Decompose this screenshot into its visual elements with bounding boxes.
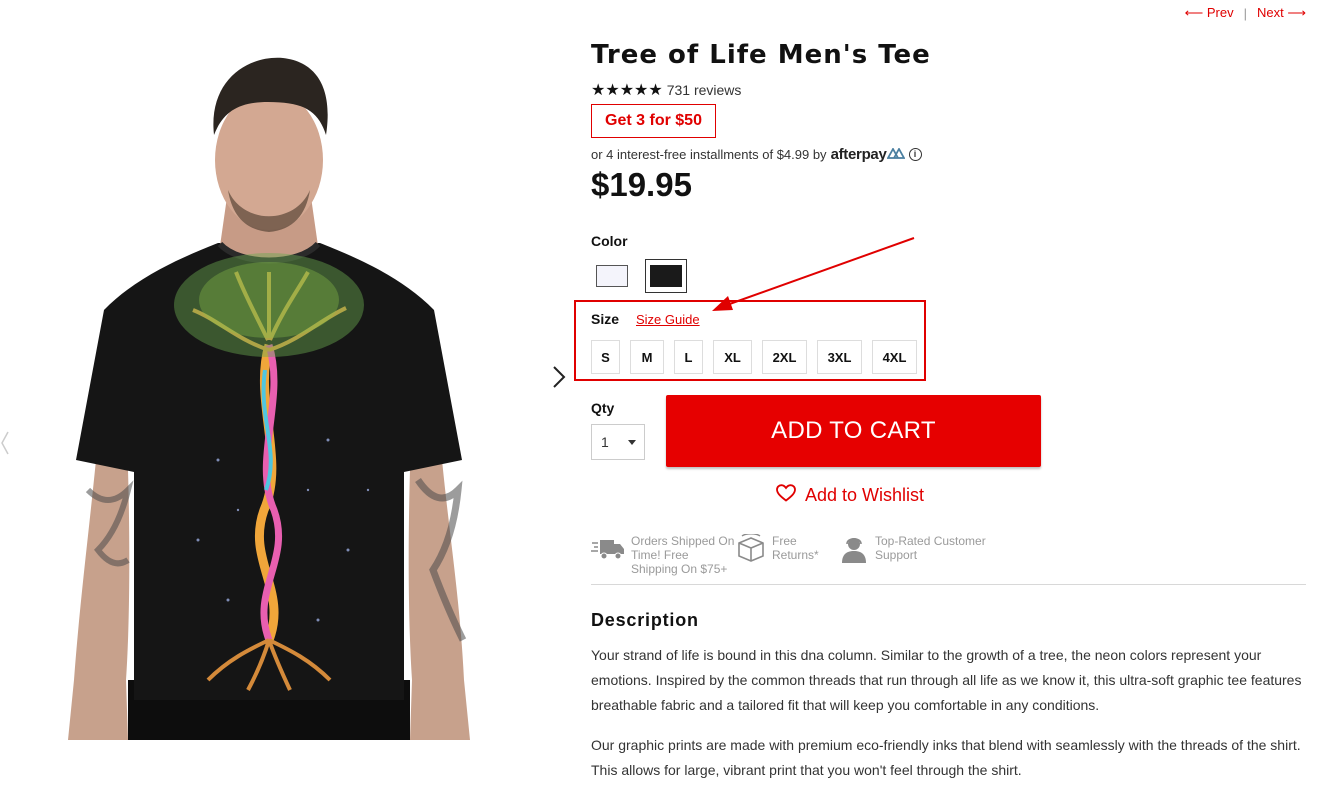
feature-shipping-text: Orders Shipped On Time! Free Shipping On… bbox=[631, 534, 735, 576]
feature-list: Orders Shipped On Time! Free Shipping On… bbox=[591, 533, 999, 576]
swatch-chip-white bbox=[596, 265, 628, 287]
rating-stars-icon: ★★★★★ bbox=[591, 82, 663, 99]
size-guide-link[interactable]: Size Guide bbox=[636, 312, 700, 327]
color-swatch-black[interactable] bbox=[645, 259, 687, 293]
customer-support-icon bbox=[839, 534, 869, 567]
add-to-cart-button[interactable]: ADD TO CART bbox=[666, 395, 1041, 467]
shipping-truck-icon bbox=[591, 534, 625, 565]
heart-icon bbox=[776, 484, 796, 507]
product-rating[interactable]: ★★★★★ 731 reviews bbox=[591, 80, 741, 100]
installments-info: or 4 interest-free installments of $4.99… bbox=[591, 146, 922, 163]
feature-shipping: Orders Shipped On Time! Free Shipping On… bbox=[591, 534, 736, 576]
size-option-3xl[interactable]: 3XL bbox=[817, 340, 862, 374]
afterpay-arrows-icon bbox=[886, 146, 906, 163]
gallery-prev-handle[interactable] bbox=[0, 428, 10, 458]
size-option-l[interactable]: L bbox=[674, 340, 703, 374]
info-icon[interactable]: i bbox=[908, 148, 922, 161]
size-label: Size bbox=[591, 311, 620, 327]
pagination-separator: | bbox=[1243, 5, 1248, 21]
promo-badge: Get 3 for $50 bbox=[591, 104, 716, 138]
size-option-4xl[interactable]: 4XL bbox=[872, 340, 917, 374]
description-paragraph-2: Our graphic prints are made with premium… bbox=[591, 737, 1301, 778]
annotation-arrow-icon bbox=[700, 232, 920, 322]
qty-select[interactable]: 1 bbox=[591, 424, 645, 460]
product-image bbox=[68, 40, 470, 740]
feature-returns-text: Free Returns* bbox=[772, 534, 819, 562]
installments-text: or 4 interest-free installments of $4.99… bbox=[591, 147, 827, 162]
color-swatch-white[interactable] bbox=[591, 259, 633, 293]
add-to-wishlist-link[interactable]: Add to Wishlist bbox=[776, 484, 924, 507]
review-count[interactable]: 731 reviews bbox=[667, 82, 742, 98]
product-title: Tree of Life Men's Tee bbox=[591, 40, 931, 70]
section-divider bbox=[591, 584, 1306, 585]
size-option-2xl[interactable]: 2XL bbox=[762, 340, 807, 374]
prev-link[interactable]: ⟵ Prev bbox=[1185, 5, 1234, 21]
size-option-s[interactable]: S bbox=[591, 340, 620, 374]
afterpay-logo: afterpay bbox=[830, 146, 906, 163]
product-pagination: ⟵ Prev | Next ⟶ bbox=[1185, 5, 1306, 21]
return-box-icon bbox=[736, 533, 766, 565]
product-price: $19.95 bbox=[591, 166, 692, 203]
description-paragraph-1: Your strand of life is bound in this dna… bbox=[591, 647, 1302, 713]
wishlist-label: Add to Wishlist bbox=[805, 485, 925, 505]
feature-support: Top-Rated Customer Support bbox=[839, 534, 999, 576]
swatch-chip-black bbox=[650, 265, 682, 287]
chevron-down-icon bbox=[628, 439, 636, 445]
feature-returns: Free Returns* bbox=[736, 533, 839, 576]
next-link[interactable]: Next ⟶ bbox=[1257, 5, 1306, 21]
qty-value: 1 bbox=[601, 434, 609, 450]
size-option-m[interactable]: M bbox=[630, 340, 664, 374]
qty-label: Qty bbox=[591, 400, 615, 416]
feature-support-text: Top-Rated Customer Support bbox=[875, 534, 986, 562]
description-title: Description bbox=[591, 610, 699, 630]
size-option-xl[interactable]: XL bbox=[713, 340, 752, 374]
color-label: Color bbox=[591, 233, 628, 249]
afterpay-brand: afterpay bbox=[830, 146, 887, 163]
gallery-next-arrow-icon[interactable] bbox=[548, 362, 570, 392]
